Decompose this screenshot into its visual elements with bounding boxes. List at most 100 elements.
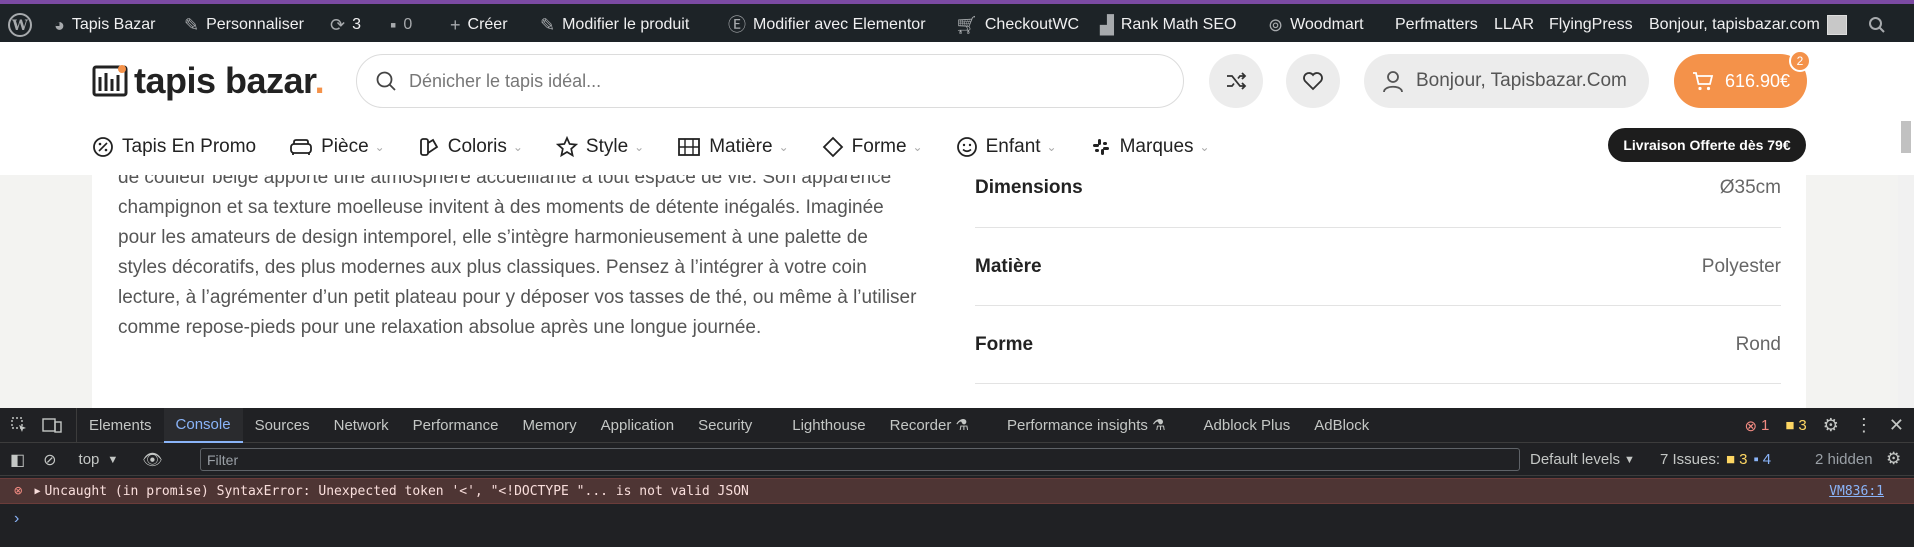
search-input[interactable] <box>409 70 1129 92</box>
tab-memory[interactable]: Memory <box>511 408 589 443</box>
device-toolbar-icon[interactable] <box>42 416 62 434</box>
admin-checkoutwc[interactable]: 🛒︎ CheckoutWC <box>955 12 1079 38</box>
tab-lighthouse[interactable]: Lighthouse <box>780 408 877 443</box>
admin-rankmath[interactable]: ▟ Rank Math SEO <box>1100 12 1236 38</box>
chevron-down-icon: ⌄ <box>778 140 789 154</box>
admin-account[interactable]: Bonjour, tapisbazar.com <box>1649 12 1847 38</box>
clear-console-icon[interactable]: ⊘ <box>43 450 56 470</box>
admin-comments[interactable]: ▪ 0 <box>390 12 412 38</box>
free-shipping-badge[interactable]: Livraison Offerte dès 79€ <box>1608 128 1806 162</box>
wishlist-button[interactable] <box>1286 54 1340 108</box>
nav-item-style[interactable]: Style ⌄ <box>555 136 645 158</box>
devtools-tabbar: Elements Console Sources Network Perform… <box>0 407 1914 443</box>
percent-icon <box>93 137 113 157</box>
search-icon <box>1869 17 1885 33</box>
spec-value: Rond <box>1735 333 1781 355</box>
tab-elements[interactable]: Elements <box>77 408 164 443</box>
tab-adblock-plus[interactable]: Adblock Plus <box>1192 408 1303 443</box>
tab-performance-insights[interactable]: Performance insights ⚗ <box>995 408 1178 443</box>
more-options-icon[interactable]: ⋮ <box>1855 415 1873 436</box>
product-content: de couleur beige apporte une atmosphère … <box>92 175 1806 408</box>
warning-icon: ■ <box>1726 451 1736 468</box>
sofa-icon <box>290 139 313 155</box>
pencil-icon: ✎ <box>540 15 556 35</box>
warning-count-badge[interactable]: ■ 3 <box>1785 417 1806 434</box>
page-scrollbar[interactable] <box>1898 175 1914 408</box>
admin-search[interactable] <box>1868 12 1886 38</box>
admin-updates[interactable]: ⟳ 3 <box>330 12 361 38</box>
sidebar-toggle-icon[interactable]: ◧ <box>10 450 25 470</box>
devtools-panel: Elements Console Sources Network Perform… <box>0 407 1914 547</box>
error-count-badge[interactable]: ⊗ 1 <box>1744 417 1769 435</box>
dropdown-arrow-icon: ▼ <box>1624 453 1635 466</box>
wordpress-logo-icon[interactable]: W <box>8 12 32 38</box>
admin-perfmatters[interactable]: Perfmatters <box>1395 12 1478 38</box>
issues-link[interactable]: 7 Issues: ■ 3 ▪ 4 <box>1660 451 1771 468</box>
settings-gear-icon[interactable]: ⚙ <box>1823 415 1839 436</box>
hidden-count: 2 hidden <box>1815 451 1873 468</box>
nav-item-coloris[interactable]: Coloris ⌄ <box>418 136 523 158</box>
inspect-icon[interactable] <box>10 416 28 434</box>
svg-text:W: W <box>11 18 28 34</box>
context-selector[interactable]: top ▼ <box>79 451 119 468</box>
dropdown-arrow-icon: ▼ <box>107 453 119 466</box>
site-logo[interactable]: tapis bazar. <box>92 60 325 102</box>
compare-button[interactable] <box>1209 54 1263 108</box>
nav-item-enfant[interactable]: Enfant ⌄ <box>956 136 1057 158</box>
filter-field[interactable] <box>200 448 1520 471</box>
nav-item-marques[interactable]: Marques ⌄ <box>1090 136 1210 158</box>
wp-admin-bar: W ◕ Tapis Bazar ✎ Personnaliser ⟳ 3 ▪ 0 … <box>0 0 1914 42</box>
nav-item-promo[interactable]: Tapis En Promo <box>92 136 256 158</box>
cart-button[interactable]: 616.90€ 2 <box>1674 50 1811 108</box>
nav-item-matiere[interactable]: Matière ⌄ <box>677 136 789 158</box>
log-levels-dropdown[interactable]: Default levels ▼ <box>1530 451 1635 468</box>
tab-performance[interactable]: Performance <box>401 408 511 443</box>
spec-row: Dimensions Ø35cm <box>975 175 1781 228</box>
console-prompt-icon[interactable]: › <box>14 510 19 528</box>
expand-arrow-icon[interactable]: ▶ <box>34 486 40 497</box>
error-source-link[interactable]: VM836:1 <box>1829 484 1884 499</box>
grid-icon <box>1092 139 1109 155</box>
admin-site-name[interactable]: ◕ Tapis Bazar <box>54 12 155 38</box>
main-nav: Tapis En Promo Pièce ⌄ Coloris ⌄ Style ⌄ Ma… <box>92 122 1243 172</box>
admin-woodmart[interactable]: ⊚ Woodmart <box>1268 12 1364 38</box>
tab-console[interactable]: Console <box>163 407 243 443</box>
elementor-icon: Ⓔ <box>728 15 746 35</box>
console-error-message[interactable]: ⊗ ▶ Uncaught (in promise) SyntaxError: U… <box>0 478 1914 504</box>
eye-icon[interactable]: 👁︎ <box>142 450 162 470</box>
tab-recorder[interactable]: Recorder ⚗ <box>878 408 981 443</box>
comment-icon: ▪ <box>390 15 397 35</box>
chevron-down-icon: ⌄ <box>912 140 923 154</box>
admin-new[interactable]: + Créer <box>450 12 508 38</box>
console-settings-gear-icon[interactable]: ⚙ <box>1886 449 1901 469</box>
diamond-icon <box>822 136 843 158</box>
account-label: Bonjour, Tapisbazar.Com <box>1416 70 1627 91</box>
chevron-down-icon: ⌄ <box>634 140 645 154</box>
admin-llar[interactable]: LLAR <box>1494 12 1534 38</box>
admin-elementor[interactable]: Ⓔ Modifier avec Elementor <box>728 12 926 38</box>
admin-edit-product[interactable]: ✎ Modifier le produit <box>540 12 689 38</box>
dashboard-icon: ◕ <box>54 15 65 35</box>
cart-icon: 🛒︎ <box>955 15 978 35</box>
nav-item-piece[interactable]: Pièce ⌄ <box>289 136 385 158</box>
tab-network[interactable]: Network <box>322 408 401 443</box>
nav-item-forme[interactable]: Forme ⌄ <box>822 136 923 158</box>
tab-application[interactable]: Application <box>589 408 686 443</box>
flask-icon: ⚗ <box>1152 417 1166 434</box>
warning-icon: ■ <box>1785 417 1795 434</box>
admin-customize[interactable]: ✎ Personnaliser <box>184 12 304 38</box>
page-scrollbar-thumb[interactable] <box>1901 121 1911 153</box>
avatar <box>1826 15 1847 35</box>
flask-icon: ⚗ <box>955 417 969 434</box>
search-bar[interactable] <box>356 54 1184 108</box>
filter-input[interactable] <box>207 451 1519 468</box>
account-button[interactable]: Bonjour, Tapisbazar.Com <box>1364 54 1649 108</box>
spec-value: Polyester <box>1701 255 1781 277</box>
admin-flyingpress[interactable]: FlyingPress <box>1549 12 1633 38</box>
tab-security[interactable]: Security <box>686 408 764 443</box>
tab-sources[interactable]: Sources <box>243 408 322 443</box>
tab-adblock[interactable]: AdBlock <box>1302 408 1381 443</box>
woodmart-icon: ⊚ <box>1268 15 1284 35</box>
close-icon[interactable]: ✕ <box>1889 415 1904 436</box>
spec-label: Matière <box>975 255 1042 277</box>
